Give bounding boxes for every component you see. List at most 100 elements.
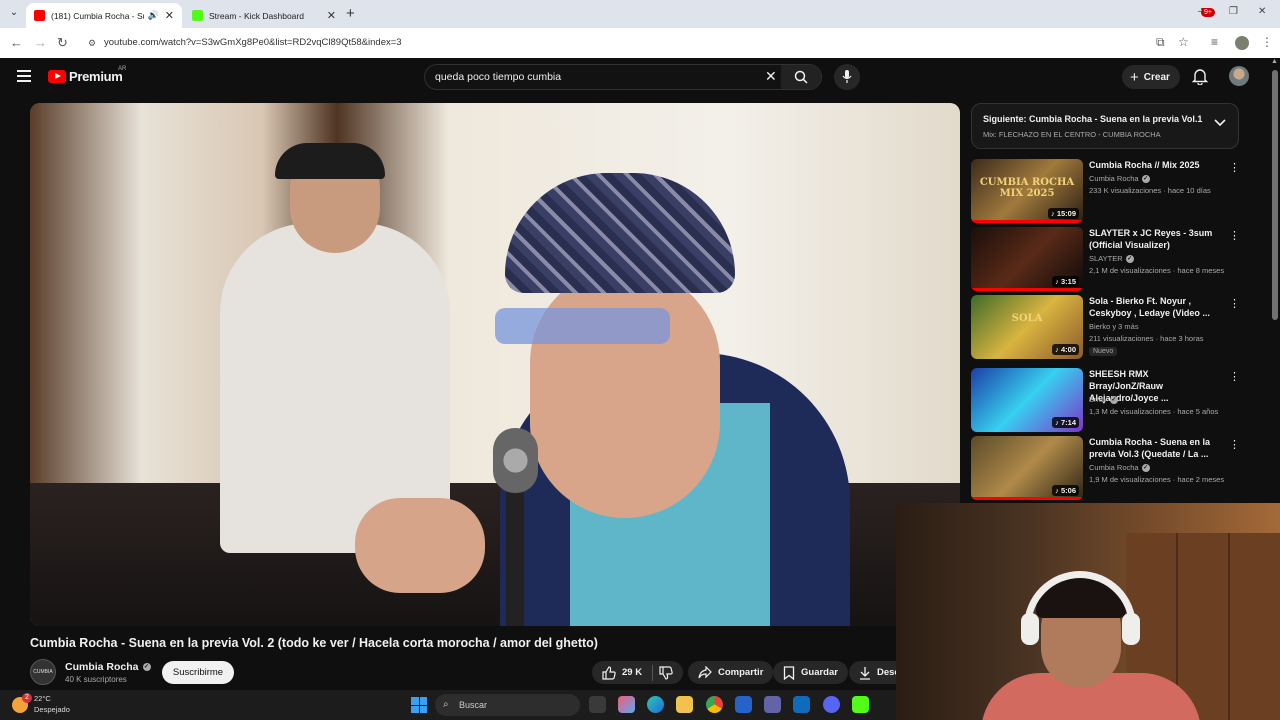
close-tab-icon[interactable]: ✕ bbox=[165, 9, 174, 22]
share-icon bbox=[698, 666, 712, 679]
share-button[interactable]: Compartir bbox=[688, 661, 774, 684]
recommendation-channel[interactable]: Bierko y 3 más bbox=[1089, 322, 1139, 331]
save-button[interactable]: Guardar bbox=[773, 661, 848, 684]
video-thumbnail[interactable]: SOLA ♪ 4:00 bbox=[971, 295, 1083, 359]
channel-name-text[interactable]: Cumbia Rocha bbox=[65, 661, 139, 673]
watch-progress-bar bbox=[971, 220, 1083, 223]
recommendation-meta: 1,3 M de visualizaciones · hace 5 años bbox=[1089, 407, 1219, 416]
tab-search-icon[interactable]: ⌄ bbox=[6, 5, 22, 21]
share-label: Compartir bbox=[718, 667, 764, 678]
recommendation-item[interactable]: SOLA ♪ 4:00 Sola - Bierko Ft. Noyur , Cesky… bbox=[971, 295, 1241, 359]
tab-youtube[interactable]: (181) Cumbia Rocha - Suen 🔊 ✕ bbox=[26, 3, 182, 28]
create-button[interactable]: + Crear bbox=[1122, 65, 1180, 89]
recommendation-channel[interactable]: Cumbia Rocha ✓ bbox=[1089, 174, 1150, 183]
mix-name: Mix: FLECHAZO EN EL CENTRO - CUMBIA ROCH… bbox=[983, 130, 1161, 139]
recommendation-channel[interactable]: SLAYTER ✓ bbox=[1089, 254, 1134, 263]
menu-icon[interactable] bbox=[17, 70, 31, 82]
recommendation-item[interactable]: ♪ 5:06 Cumbia Rocha - Suena en la previa V… bbox=[971, 436, 1241, 500]
install-app-icon[interactable]: ⧉ bbox=[1156, 35, 1165, 50]
bookmark-star-icon[interactable]: ☆ bbox=[1178, 35, 1189, 49]
file-explorer-icon[interactable] bbox=[676, 696, 693, 713]
scrollbar-thumb[interactable] bbox=[1272, 70, 1278, 320]
recommendation-title[interactable]: Cumbia Rocha - Suena en la previa Vol.3 (… bbox=[1089, 436, 1224, 460]
kick-app-icon[interactable] bbox=[852, 696, 869, 713]
subscribe-button[interactable]: Suscribirme bbox=[162, 661, 234, 684]
recommendation-channel[interactable]: Brray ✓ bbox=[1089, 395, 1118, 404]
video-thumbnail[interactable]: ♪ 5:06 bbox=[971, 436, 1083, 500]
url-bar[interactable]: ⚙ youtube.com/watch?v=S3wGmXg8Pe0&list=R… bbox=[80, 32, 1200, 54]
audio-playing-icon[interactable]: 🔊 bbox=[148, 10, 159, 21]
recommendation-title[interactable]: Cumbia Rocha // Mix 2025 bbox=[1089, 159, 1224, 171]
teams-icon[interactable] bbox=[764, 696, 781, 713]
taskbar-search[interactable]: ⌕ Buscar bbox=[435, 694, 580, 716]
channel-name[interactable]: Cumbia Rocha ✓ bbox=[65, 661, 151, 673]
thumbnail-overlay-text: CUMBIA ROCHA MIX 2025 bbox=[979, 177, 1075, 199]
copilot-icon[interactable] bbox=[618, 696, 635, 713]
edge-icon[interactable] bbox=[647, 696, 664, 713]
more-options-icon[interactable]: ⋮ bbox=[1229, 438, 1240, 451]
browser-menu-icon[interactable]: ⋮ bbox=[1261, 35, 1273, 49]
user-avatar[interactable] bbox=[1229, 66, 1249, 86]
recommendation-item[interactable]: ♪ 3:15 SLAYTER x JC Reyes - 3sum (Official… bbox=[971, 227, 1241, 291]
maximize-button[interactable]: ❐ bbox=[1229, 6, 1238, 17]
tab-kick[interactable]: Stream - Kick Dashboard ✕ bbox=[184, 3, 344, 28]
media-control-icon[interactable]: ≡ bbox=[1211, 35, 1218, 49]
more-options-icon[interactable]: ⋮ bbox=[1229, 297, 1240, 310]
youtube-premium-logo[interactable]: Premium AR bbox=[48, 66, 127, 84]
new-tab-button[interactable]: + bbox=[346, 5, 355, 22]
video-thumbnail[interactable]: CUMBIA ROCHA MIX 2025 ♪ 15:09 bbox=[971, 159, 1083, 223]
search-box[interactable]: queda poco tiempo cumbia ✕ bbox=[424, 64, 822, 90]
download-button[interactable]: Desc bbox=[849, 661, 896, 684]
more-options-icon[interactable]: ⋮ bbox=[1229, 229, 1240, 242]
create-label: Crear bbox=[1143, 71, 1170, 83]
outlook-icon[interactable] bbox=[793, 696, 810, 713]
recommendation-title[interactable]: SLAYTER x JC Reyes - 3sum (Official Visua… bbox=[1089, 227, 1224, 251]
channel-avatar[interactable]: CUMBIA ROCHA bbox=[30, 659, 56, 699]
video-duration: ♪ 7:14 bbox=[1052, 417, 1079, 428]
chrome-icon[interactable] bbox=[706, 696, 723, 713]
recommendation-meta: 211 visualizaciones · hace 3 horas bbox=[1089, 334, 1204, 343]
search-input[interactable]: queda poco tiempo cumbia bbox=[435, 71, 561, 83]
site-info-icon[interactable]: ⚙ bbox=[88, 32, 96, 54]
plus-icon: + bbox=[1130, 68, 1139, 86]
thumbs-down-icon[interactable] bbox=[659, 665, 673, 680]
temperature: 22°C bbox=[34, 694, 51, 703]
start-button[interactable] bbox=[411, 697, 427, 713]
scroll-up-arrow-icon[interactable]: ▲ bbox=[1271, 58, 1278, 65]
close-window-button[interactable]: ✕ bbox=[1258, 6, 1266, 17]
region-code: AR bbox=[118, 66, 127, 72]
headphones bbox=[1024, 571, 1136, 641]
recommendation-item[interactable]: CUMBIA ROCHA MIX 2025 ♪ 15:09 Cumbia Rocha… bbox=[971, 159, 1241, 223]
webcam-overlay bbox=[896, 503, 1280, 720]
recommendation-channel[interactable]: Cumbia Rocha ✓ bbox=[1089, 463, 1150, 472]
more-options-icon[interactable]: ⋮ bbox=[1229, 161, 1240, 174]
close-tab-icon[interactable]: ✕ bbox=[327, 9, 336, 22]
reload-button[interactable]: ↻ bbox=[57, 35, 68, 51]
video-thumbnail[interactable]: ♪ 7:14 bbox=[971, 368, 1083, 432]
chevron-down-icon[interactable] bbox=[1214, 119, 1226, 127]
voice-search-button[interactable] bbox=[834, 64, 860, 90]
store-icon[interactable] bbox=[735, 696, 752, 713]
task-view-icon[interactable] bbox=[589, 696, 606, 713]
notifications-bell-icon[interactable] bbox=[1192, 68, 1208, 85]
search-icon: ⌕ bbox=[443, 699, 449, 710]
more-options-icon[interactable]: ⋮ bbox=[1229, 370, 1240, 383]
recommendation-title[interactable]: Sola - Bierko Ft. Noyur , Ceskyboy , Leda… bbox=[1089, 295, 1224, 319]
forward-button[interactable]: → bbox=[34, 35, 47, 50]
download-label: Desc bbox=[877, 667, 896, 678]
video-player[interactable] bbox=[30, 103, 960, 626]
like-button[interactable]: 29 K bbox=[592, 661, 684, 684]
video-duration: ♪ 5:06 bbox=[1052, 485, 1079, 496]
discord-icon[interactable] bbox=[823, 696, 840, 713]
video-thumbnail[interactable]: ♪ 3:15 bbox=[971, 227, 1083, 291]
recommendation-item[interactable]: ♪ 7:14 SHEESH RMX Brray/JonZ/Rauw Alejandr… bbox=[971, 368, 1241, 432]
tab-title: Stream - Kick Dashboard bbox=[209, 10, 304, 21]
tab-title: (181) Cumbia Rocha - Suen bbox=[51, 10, 144, 21]
taskbar-search-placeholder: Buscar bbox=[459, 700, 488, 710]
profile-avatar[interactable] bbox=[1235, 36, 1249, 50]
clear-search-icon[interactable]: ✕ bbox=[765, 68, 777, 85]
playlist-next-card[interactable]: Siguiente: Cumbia Rocha - Suena en la pr… bbox=[971, 103, 1239, 149]
search-button[interactable] bbox=[781, 65, 821, 89]
windows-taskbar: 2 22°C Despejado ⌕ Buscar bbox=[0, 690, 896, 720]
back-button[interactable]: ← bbox=[10, 35, 23, 50]
